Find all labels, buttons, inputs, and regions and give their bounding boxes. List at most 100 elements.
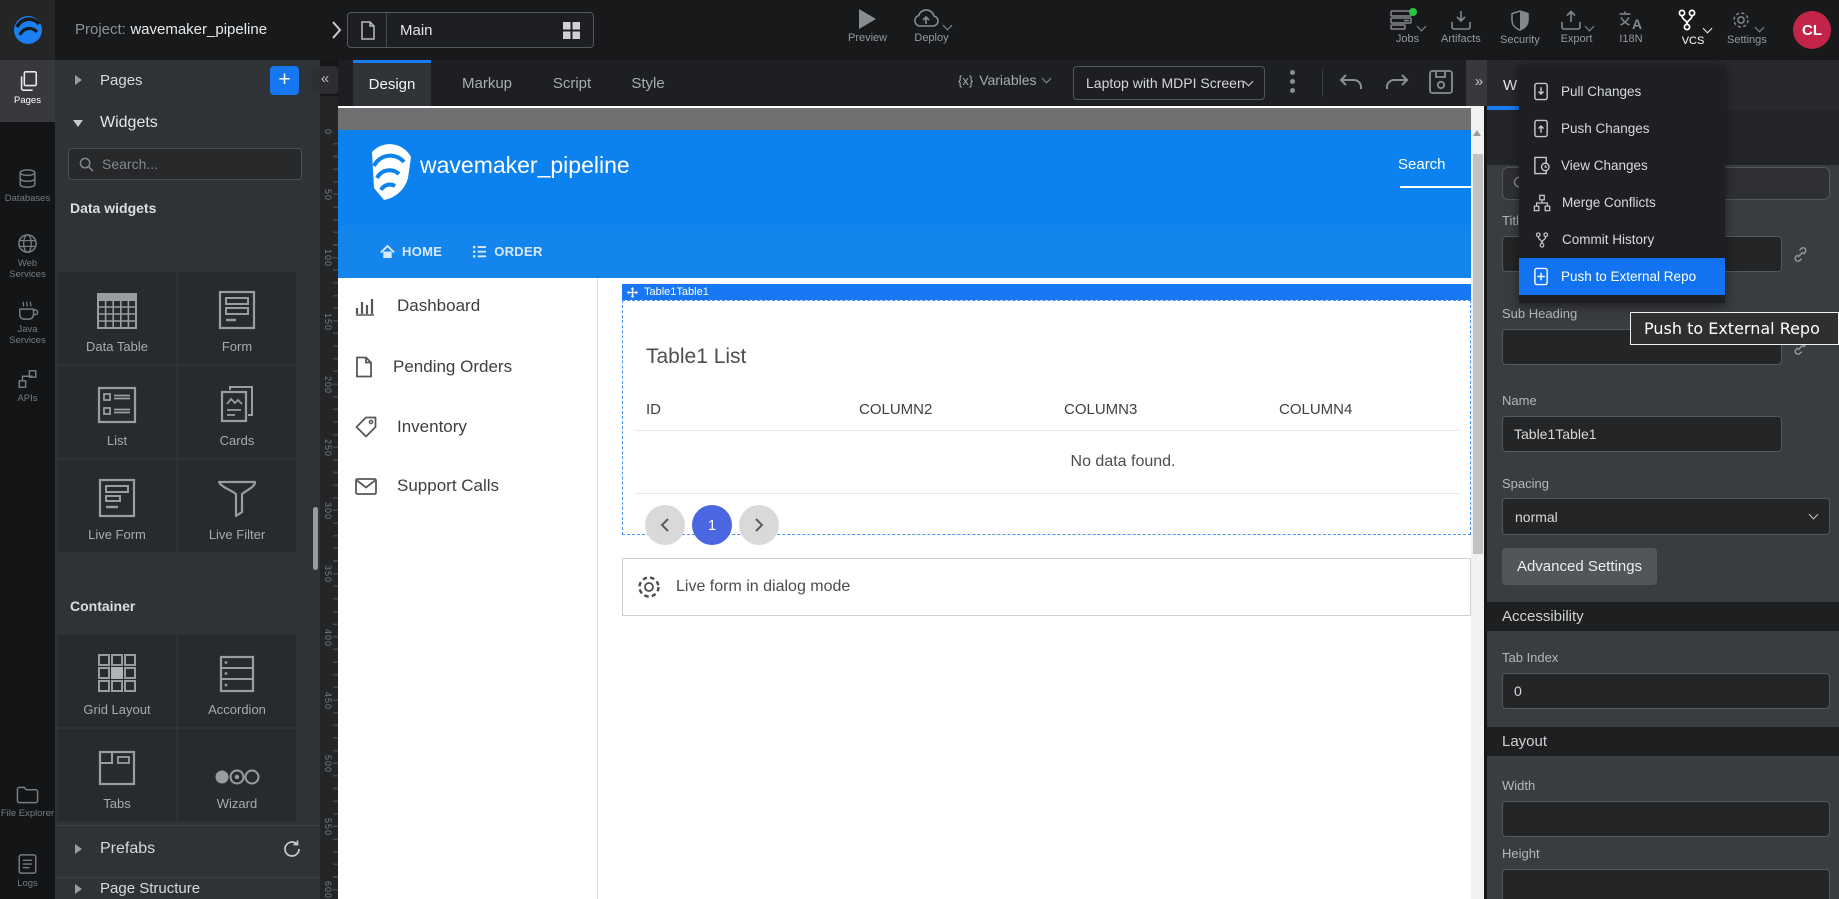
widget-tile-live-form[interactable]: Live Form xyxy=(58,460,176,552)
variables-button[interactable]: {x} Variables xyxy=(958,72,1050,88)
live-form-label: Live form in dialog mode xyxy=(676,578,850,596)
rail-item-databases[interactable]: Databases xyxy=(0,168,55,204)
menu-item-commit-history[interactable]: Commit History xyxy=(1519,221,1725,258)
width-input[interactable] xyxy=(1502,801,1830,837)
redo-button[interactable] xyxy=(1384,71,1410,95)
widget-tile-accordion[interactable]: Accordion xyxy=(178,635,296,727)
tab-style[interactable]: Style xyxy=(616,60,680,106)
menu-item-pending-orders[interactable]: Pending Orders xyxy=(355,356,512,378)
widget-selection-bar[interactable]: Table1Table1 xyxy=(622,284,1471,300)
column-header-column3[interactable]: COLUMN3 xyxy=(1064,401,1137,418)
widget-search-input[interactable]: Search... xyxy=(68,148,302,180)
page-structure-header[interactable]: Page Structure xyxy=(55,877,320,899)
widget-tile-label: Form xyxy=(222,339,252,354)
nav-item-home[interactable]: HOME xyxy=(380,244,442,259)
menu-item-pull-changes[interactable]: Pull Changes xyxy=(1519,73,1725,110)
artifacts-button[interactable]: Artifacts xyxy=(1441,10,1481,45)
menu-label: Pending Orders xyxy=(393,357,512,377)
page-selector[interactable]: Main xyxy=(347,12,594,48)
scrollbar-up-arrow[interactable] xyxy=(1473,130,1481,136)
widget-tile-list[interactable]: List xyxy=(58,366,176,458)
device-selector[interactable]: Laptop with MDPI Screen xyxy=(1073,66,1265,100)
app-logo[interactable] xyxy=(364,144,416,204)
menu-label: Dashboard xyxy=(397,296,480,316)
menu-item-merge-conflicts[interactable]: Merge Conflicts xyxy=(1519,184,1725,221)
nav-item-order[interactable]: ORDER xyxy=(472,244,542,259)
widget-tab[interactable]: W xyxy=(1503,77,1517,94)
column-header-id[interactable]: ID xyxy=(646,401,661,418)
section-title: Accessibility xyxy=(1502,608,1584,625)
column-header-column4[interactable]: COLUMN4 xyxy=(1279,401,1352,418)
widgets-section-header[interactable]: Widgets xyxy=(55,102,320,144)
height-field-label: Height xyxy=(1502,846,1540,861)
menu-item-inventory[interactable]: Inventory xyxy=(355,416,467,438)
widget-tile-cards[interactable]: Cards xyxy=(178,366,296,458)
refresh-icon[interactable] xyxy=(282,839,302,859)
deploy-label: Deploy xyxy=(914,32,948,44)
deploy-button[interactable]: Deploy xyxy=(912,9,951,44)
ruler-label: 150 xyxy=(323,313,333,331)
tab-index-input[interactable] xyxy=(1502,673,1830,709)
i18n-button[interactable]: A I18N xyxy=(1618,10,1644,45)
collapse-left-panel-button[interactable]: « xyxy=(312,66,338,94)
layout-section-header[interactable]: Layout xyxy=(1487,727,1839,756)
spacing-select[interactable]: normal xyxy=(1502,498,1830,535)
app-search-link[interactable]: Search xyxy=(1398,156,1446,173)
pagination-prev-button[interactable] xyxy=(645,505,685,545)
jobs-button[interactable]: Jobs xyxy=(1390,10,1425,45)
security-button[interactable]: Security xyxy=(1500,10,1540,46)
pagination-next-button[interactable] xyxy=(739,505,779,545)
canvas-scrollbar-thumb[interactable] xyxy=(1473,154,1483,554)
menu-item-push-changes[interactable]: Push Changes xyxy=(1519,110,1725,147)
add-page-button[interactable]: + xyxy=(270,66,299,95)
prefabs-section-header[interactable]: Prefabs xyxy=(55,825,320,872)
widget-tile-data-table[interactable]: Data Table xyxy=(58,272,176,364)
menu-item-label: Commit History xyxy=(1562,232,1654,247)
undo-button[interactable] xyxy=(1338,71,1364,95)
tab-markup[interactable]: Markup xyxy=(446,60,528,106)
rail-item-file-explorer[interactable]: File Explorer xyxy=(0,785,55,819)
settings-button[interactable]: Settings xyxy=(1727,9,1767,46)
menu-item-push-to-external-repo[interactable]: Push to External Repo xyxy=(1519,258,1725,295)
menu-item-label: View Changes xyxy=(1561,158,1648,173)
widget-tile-tabs[interactable]: Tabs xyxy=(58,729,176,821)
rail-item-apis[interactable]: APIs xyxy=(0,368,55,404)
name-input[interactable] xyxy=(1502,416,1782,452)
widget-tile-form[interactable]: Form xyxy=(178,272,296,364)
page-grid-icon[interactable] xyxy=(562,21,581,40)
panel-scrollbar-thumb[interactable] xyxy=(313,507,318,570)
pagination-page-1[interactable]: 1 xyxy=(692,505,732,545)
live-form-widget[interactable]: Live form in dialog mode xyxy=(622,558,1471,616)
menu-item-support-calls[interactable]: Support Calls xyxy=(355,476,499,496)
preview-button[interactable]: Preview xyxy=(848,9,887,44)
vcs-label: VCS xyxy=(1682,35,1705,47)
menu-item-view-changes[interactable]: View Changes xyxy=(1519,147,1725,184)
save-button[interactable] xyxy=(1428,69,1454,95)
selector-divider xyxy=(386,13,387,47)
tag-icon xyxy=(355,416,377,438)
widget-tile-live-filter[interactable]: Live Filter xyxy=(178,460,296,552)
rail-item-web-services[interactable]: Web Services xyxy=(0,232,55,280)
menu-item-dashboard[interactable]: Dashboard xyxy=(355,296,480,316)
widget-tile-grid-layout[interactable]: Grid Layout xyxy=(58,635,176,727)
height-input[interactable] xyxy=(1502,869,1830,899)
tab-label: Style xyxy=(631,75,664,92)
more-options-button[interactable] xyxy=(1290,70,1295,93)
wavemaker-logo[interactable] xyxy=(0,0,55,60)
widget-tile-wizard[interactable]: Wizard xyxy=(178,729,296,821)
tab-script[interactable]: Script xyxy=(536,60,608,106)
rail-item-java-services[interactable]: Java Services xyxy=(0,299,55,346)
advanced-settings-button[interactable]: Advanced Settings xyxy=(1502,548,1657,585)
rail-item-logs[interactable]: Logs xyxy=(0,853,55,889)
export-button[interactable]: Export xyxy=(1560,10,1593,45)
user-avatar[interactable]: CL xyxy=(1793,11,1831,49)
accessibility-section-header[interactable]: Accessibility xyxy=(1487,602,1839,631)
commit-history-icon xyxy=(1533,231,1551,249)
bind-link-icon[interactable] xyxy=(1791,245,1810,264)
rail-item-pages[interactable]: Pages xyxy=(0,60,55,122)
column-header-column2[interactable]: COLUMN2 xyxy=(859,401,932,418)
pages-icon xyxy=(17,70,39,92)
tab-design[interactable]: Design xyxy=(353,60,431,106)
vcs-button[interactable]: VCS xyxy=(1675,8,1711,47)
view-changes-icon xyxy=(1533,156,1550,175)
